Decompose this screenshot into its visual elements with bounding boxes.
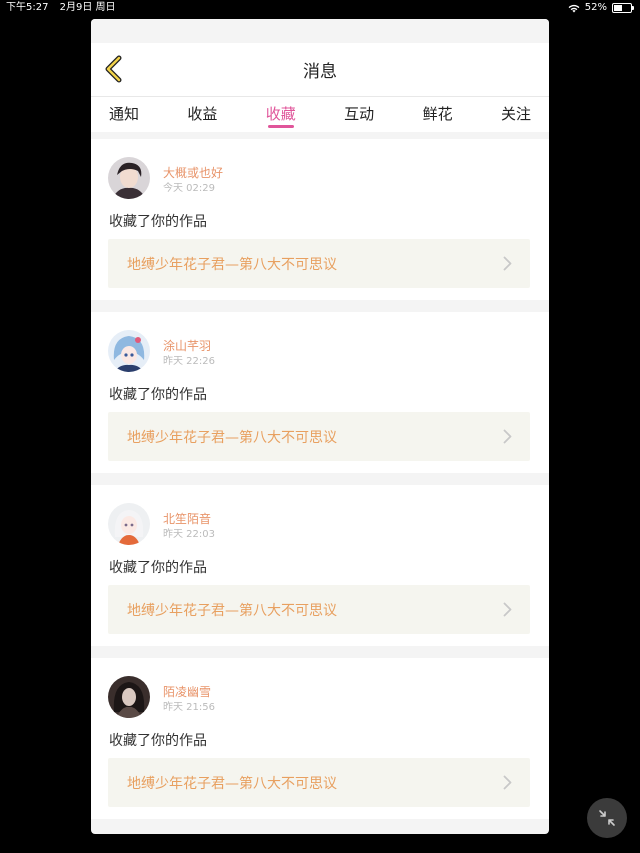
work-title: 地缚少年花子君—第八大不可思议 (127, 776, 337, 792)
chevron-right-icon (503, 429, 512, 444)
status-left: 下午5:27 2月9日 周日 (6, 0, 124, 16)
work-link[interactable]: 地缚少年花子君—第八大不可思议 (108, 758, 530, 807)
avatar[interactable] (108, 503, 150, 545)
tab-5[interactable]: 关注 (501, 97, 531, 124)
work-title: 地缚少年花子君—第八大不可思议 (127, 257, 337, 273)
collapse-icon (599, 810, 615, 826)
action-text: 收藏了你的作品 (109, 387, 207, 403)
work-title: 地缚少年花子君—第八大不可思议 (127, 603, 337, 619)
timestamp: 今天 02:29 (163, 183, 215, 194)
avatar[interactable] (108, 157, 150, 199)
work-link[interactable]: 地缚少年花子君—第八大不可思议 (108, 239, 530, 288)
chevron-right-icon (503, 256, 512, 271)
back-icon[interactable] (103, 55, 125, 83)
tab-2[interactable]: 收藏 (265, 97, 296, 128)
tab-label: 收益 (187, 105, 218, 123)
work-title: 地缚少年花子君—第八大不可思议 (127, 430, 337, 446)
tab-label: 互动 (344, 105, 375, 123)
app-window: 消息 通知 收益 收藏 互动 鲜花 关注 大概或也好 今天 02:29 收藏了你的作品 地缚少年… (91, 19, 549, 834)
status-time: 下午5:27 (6, 2, 49, 13)
tab-4[interactable]: 鲜花 (423, 97, 453, 124)
work-link[interactable]: 地缚少年花子君—第八大不可思议 (108, 585, 530, 634)
status-bar: 下午5:27 2月9日 周日 52% (0, 0, 640, 16)
page-title: 消息 (303, 62, 337, 82)
battery-icon (612, 3, 634, 13)
message-card: 陌凌幽雪 昨天 21:56 收藏了你的作品 地缚少年花子君—第八大不可思议 (91, 658, 549, 819)
status-date: 2月9日 周日 (59, 2, 116, 13)
action-text: 收藏了你的作品 (109, 214, 207, 230)
action-text: 收藏了你的作品 (109, 733, 207, 749)
header: 消息 (91, 43, 549, 96)
wifi-icon (568, 4, 580, 12)
timestamp: 昨天 21:56 (163, 702, 215, 713)
battery-percent: 52% (584, 2, 607, 13)
battery-fill (614, 5, 623, 11)
active-tab-underline (267, 125, 294, 128)
timestamp: 昨天 22:03 (163, 529, 215, 540)
tab-label: 关注 (500, 105, 531, 123)
chevron-right-icon (503, 775, 512, 790)
top-strip (91, 19, 549, 43)
collapse-button[interactable] (587, 798, 627, 838)
tab-label: 收藏 (265, 105, 296, 123)
tab-0[interactable]: 通知 (109, 97, 139, 124)
chevron-right-icon (503, 602, 512, 617)
message-list: 大概或也好 今天 02:29 收藏了你的作品 地缚少年花子君—第八大不可思议 涂山芊羽昨… (91, 132, 549, 819)
tab-label: 鲜花 (422, 105, 453, 123)
tab-label: 通知 (109, 105, 140, 123)
tab-1[interactable]: 收益 (187, 97, 217, 124)
message-card: 涂山芊羽 昨天 22:26 收藏了你的作品 地缚少年花子君—第八大不可思议 (91, 312, 549, 473)
timestamp: 昨天 22:26 (163, 356, 215, 367)
status-right: 52% (568, 0, 634, 16)
message-card: 大概或也好 今天 02:29 收藏了你的作品 地缚少年花子君—第八大不可思议 (91, 139, 549, 300)
message-card: 北笙陌音 昨天 22:03 收藏了你的作品 地缚少年花子君—第八大不可思议 (91, 485, 549, 646)
tab-bar: 通知 收益 收藏 互动 鲜花 关注 (91, 96, 549, 132)
avatar[interactable] (108, 676, 150, 718)
tab-3[interactable]: 互动 (344, 97, 374, 124)
avatar[interactable] (108, 330, 150, 372)
work-link[interactable]: 地缚少年花子君—第八大不可思议 (108, 412, 530, 461)
action-text: 收藏了你的作品 (109, 560, 207, 576)
